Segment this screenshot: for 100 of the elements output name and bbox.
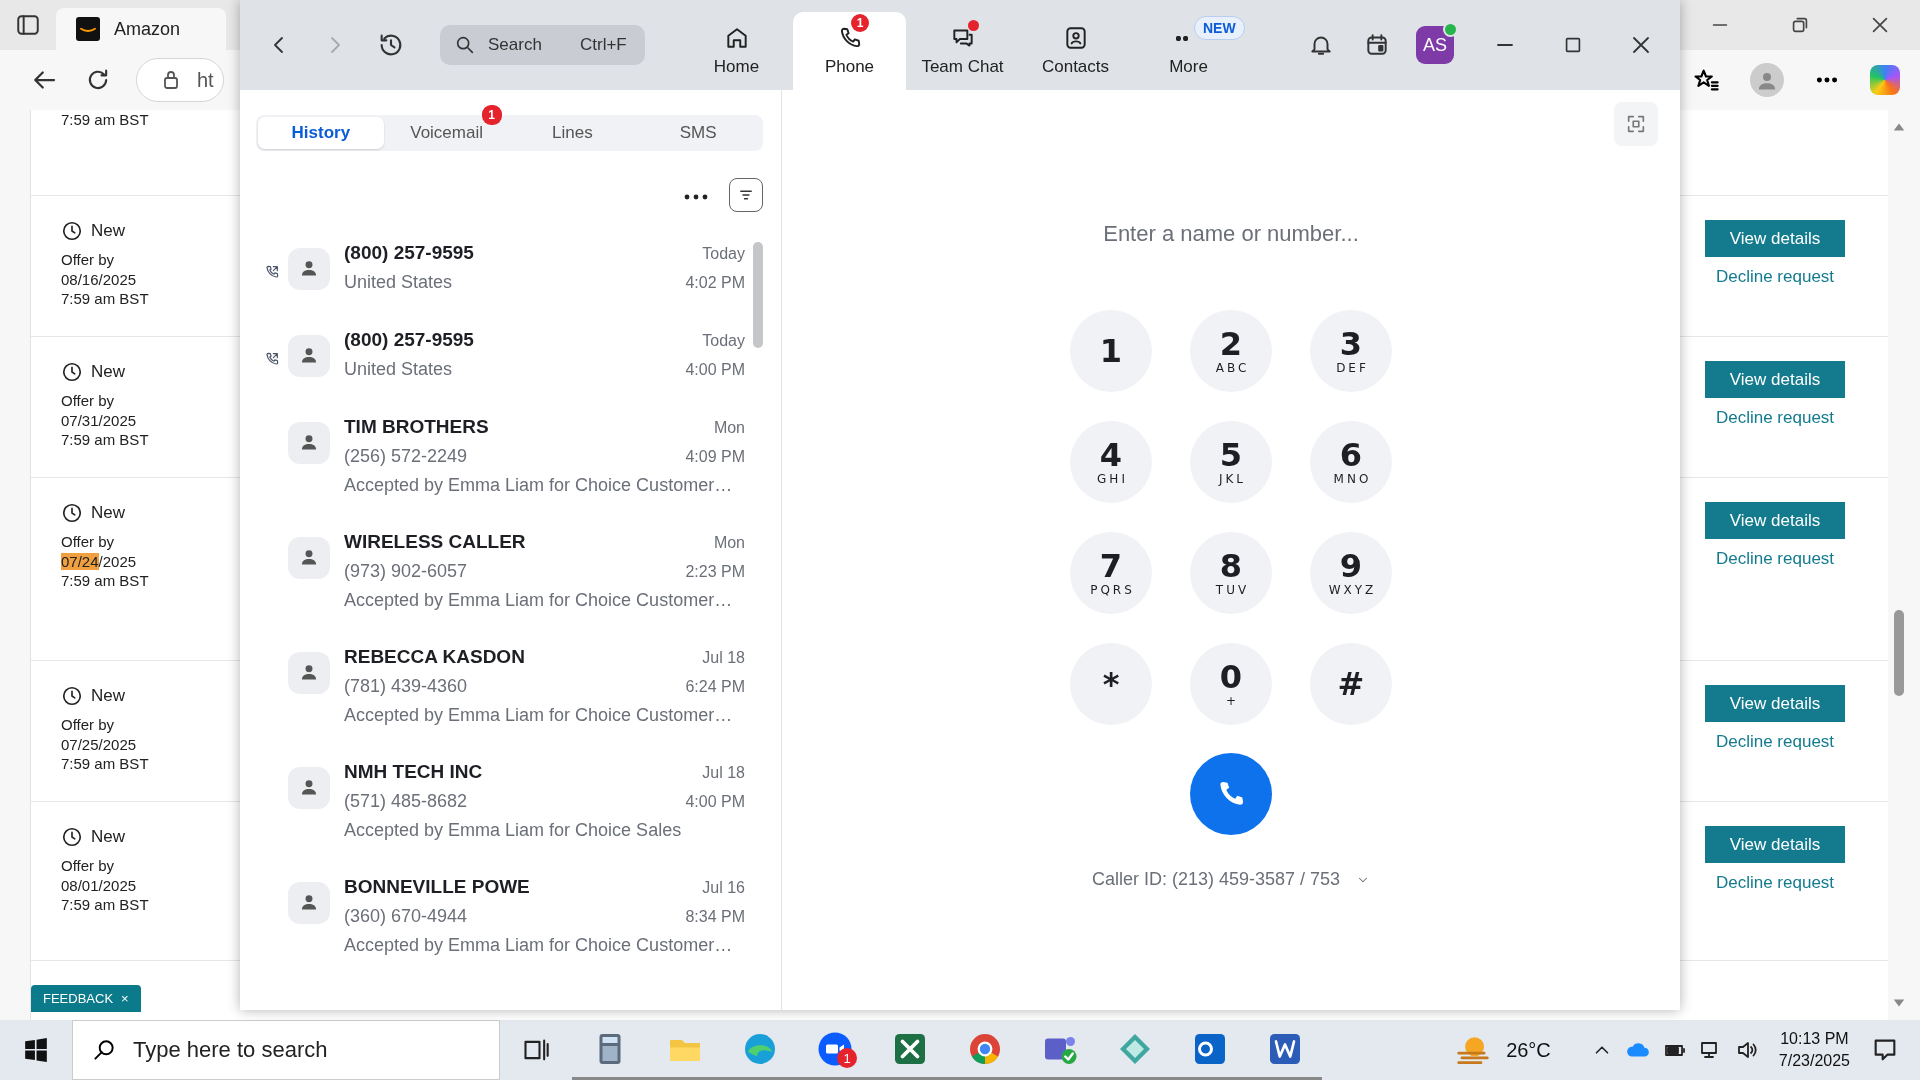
offer-label: Offer by — [61, 856, 116, 876]
scrollbar-thumb[interactable] — [753, 242, 763, 348]
caller-detail: United States — [344, 359, 453, 380]
call-day: Mon — [713, 534, 745, 552]
offer-status: New — [91, 686, 125, 706]
call-note: Accepted by Emma Liam for Choice Customer… — [344, 590, 734, 611]
outgoing-call-icon — [264, 351, 280, 367]
dial-key[interactable]: 1 — [1070, 310, 1152, 392]
taskbar-search-box[interactable]: Type here to search — [72, 1020, 500, 1080]
dial-key[interactable]: * — [1070, 643, 1152, 725]
search-field[interactable]: Search — [486, 34, 570, 56]
history-tab[interactable]: SMS — [635, 117, 761, 149]
view-details-button[interactable]: View details — [1705, 826, 1845, 863]
nav-tab[interactable]: Team Chat — [906, 12, 1019, 90]
nav-tab[interactable]: Home — [680, 12, 793, 90]
view-details-button[interactable]: View details — [1705, 685, 1845, 722]
notification-badge: 1 — [837, 1048, 857, 1068]
nav-tab[interactable]: 1 Phone — [793, 12, 906, 90]
nav-tab[interactable]: NEW More — [1132, 12, 1245, 90]
call-time: 8:34 PM — [685, 908, 745, 926]
dots-icon — [1175, 35, 1188, 41]
call-note: Accepted by Emma Liam for Choice Customer… — [344, 475, 734, 496]
offer-label: Offer by — [61, 532, 116, 552]
dial-key[interactable]: 9 WXYZ — [1310, 532, 1392, 614]
tab-actions-icon[interactable] — [15, 12, 41, 38]
caller-detail: (360) 670-4944 — [344, 906, 468, 927]
caller-name: NMH TECH INC — [344, 761, 483, 783]
dial-key[interactable]: 4 GHI — [1070, 421, 1152, 503]
notification-badge: 1 — [851, 14, 869, 32]
decline-request-link[interactable]: Decline request — [1715, 267, 1835, 287]
decline-request-link[interactable]: Decline request — [1715, 408, 1835, 428]
browser-tab[interactable]: Amazon — [56, 8, 226, 50]
notification-badge: 1 — [481, 105, 502, 125]
caller-name: WIRELESS CALLER — [344, 531, 526, 553]
view-details-button[interactable]: View details — [1705, 502, 1845, 539]
caller-name: (800) 257-9595 — [344, 329, 474, 351]
caller-name: TIM BROTHERS — [344, 416, 489, 438]
call-day: Jul 18 — [702, 649, 745, 667]
caller-detail: (256) 572-2249 — [344, 446, 468, 467]
history-tab[interactable]: Lines — [509, 117, 636, 149]
call-history-item[interactable]: (800) 257-9595 Today United States 4:00 PM — [256, 329, 745, 416]
call-day: Today — [702, 245, 745, 263]
call-history-item[interactable]: WIRELESS CALLER Mon (973) 902-6057 2:23 PM Accepted by Emma Liam for Choice Customer… — [256, 531, 745, 646]
profile-icon[interactable] — [1750, 63, 1784, 97]
search-box[interactable]: Search Ctrl+F — [440, 25, 645, 65]
decline-request-link[interactable]: Decline request — [1715, 873, 1835, 893]
clock-icon — [61, 361, 83, 383]
caller-id: Caller ID: (213) 459-3587 / 753 — [1091, 869, 1341, 890]
taskbar-clock[interactable]: 10:13 PM 7/23/2025 — [1778, 1030, 1850, 1070]
nav-tab[interactable]: Contacts — [1019, 12, 1132, 90]
call-history-item[interactable]: REBECCA KASDON Jul 18 (781) 439-4360 6:24 PM Accepted by Emma Liam for Choice Customer… — [256, 646, 745, 761]
decline-request-link[interactable]: Decline request — [1715, 732, 1835, 752]
call-time: 2:23 PM — [685, 563, 745, 581]
caller-detail: United States — [344, 272, 453, 293]
dial-key[interactable]: 8 TUV — [1190, 532, 1272, 614]
view-details-button[interactable]: View details — [1705, 220, 1845, 257]
clock-icon — [61, 220, 83, 242]
dial-key[interactable]: 7 PQRS — [1070, 532, 1152, 614]
call-history-item[interactable]: (800) 257-9595 Today United States 4:02 PM — [256, 242, 745, 329]
windows-icon[interactable] — [23, 1037, 49, 1063]
view-details-button[interactable]: View details — [1705, 361, 1845, 398]
shortcut-hint: Ctrl+F — [580, 35, 627, 55]
dial-key[interactable]: 0 + — [1190, 643, 1272, 725]
call-time: 4:00 PM — [685, 361, 745, 379]
dial-key[interactable]: # — [1310, 643, 1392, 725]
offer-status: New — [91, 221, 125, 241]
dial-key[interactable]: 5 JKL — [1190, 421, 1272, 503]
caller-name: REBECCA KASDON — [344, 646, 525, 668]
copilot-icon[interactable] — [1870, 65, 1900, 95]
offer-time: 7:59 am BST — [61, 289, 149, 309]
dial-key[interactable]: 2 ABC — [1190, 310, 1272, 392]
address-bar[interactable]: ht — [136, 58, 224, 102]
offer-status: New — [91, 503, 125, 523]
caller-detail: (571) 485-8682 — [344, 791, 468, 812]
call-time: 4:09 PM — [685, 448, 745, 466]
expand-icon[interactable] — [1614, 102, 1658, 146]
offer-time: 7:59 am BST — [61, 895, 149, 915]
dial-key[interactable]: 6 MNO — [1310, 421, 1392, 503]
call-day: Mon — [713, 419, 745, 437]
dial-key[interactable]: 3 DEF — [1310, 310, 1392, 392]
caller-name: (800) 257-9595 — [344, 242, 474, 264]
offer-date: 08/01/2025 — [61, 875, 138, 895]
call-history-item[interactable]: TIM BROTHERS Mon (256) 572-2249 4:09 PM Accepted by Emma Liam for Choice Customer… — [256, 416, 745, 531]
scrollbar-thumb[interactable] — [1894, 610, 1904, 696]
outgoing-call-icon — [264, 264, 280, 280]
call-time: 4:00 PM — [685, 793, 745, 811]
offer-time: 7:59 am BST — [61, 754, 149, 774]
offer-label: Offer by — [61, 391, 116, 411]
search-icon — [454, 34, 476, 56]
decline-request-link[interactable]: Decline request — [1715, 549, 1835, 569]
offer-label: Offer by — [61, 715, 116, 735]
feedback-button[interactable]: FEEDBACK × — [31, 985, 141, 1012]
user-avatar[interactable]: AS — [1416, 26, 1454, 64]
history-tab[interactable]: History — [258, 117, 384, 149]
offer-label: Offer by — [61, 250, 116, 270]
call-history-item[interactable]: BONNEVILLE POWE Jul 16 (360) 670-4944 8:34 PM Accepted by Emma Liam for Choice Customer… — [256, 876, 745, 991]
filter-button[interactable] — [729, 178, 763, 212]
caller-name: BONNEVILLE POWE — [344, 876, 530, 898]
call-history-item[interactable]: NMH TECH INC Jul 18 (571) 485-8682 4:00 PM Accepted by Emma Liam for Choice Sales — [256, 761, 745, 876]
calendar-icon[interactable] — [1364, 32, 1390, 58]
